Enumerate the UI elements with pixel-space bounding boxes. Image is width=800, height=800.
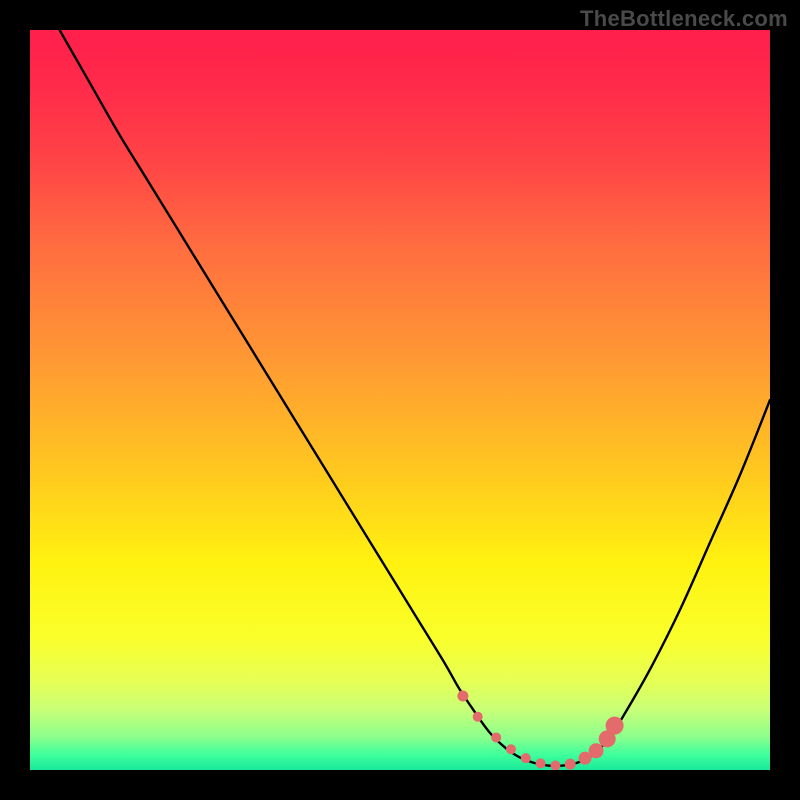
watermark-text: TheBottleneck.com [580,6,788,32]
sweet-spot-marker [473,712,482,721]
sweet-spot-marker [458,691,468,701]
sweet-spot-marker [521,754,530,763]
chart-frame: TheBottleneck.com [0,0,800,800]
sweet-spot-marker [589,744,603,758]
sweet-spot-marker [492,733,501,742]
sweet-spot-markers [30,30,770,770]
sweet-spot-marker [565,759,575,769]
sweet-spot-marker [507,745,516,754]
sweet-spot-marker [579,752,591,764]
sweet-spot-marker [536,759,545,768]
sweet-spot-marker [606,717,623,734]
plot-area [30,30,770,770]
sweet-spot-marker [551,761,560,770]
